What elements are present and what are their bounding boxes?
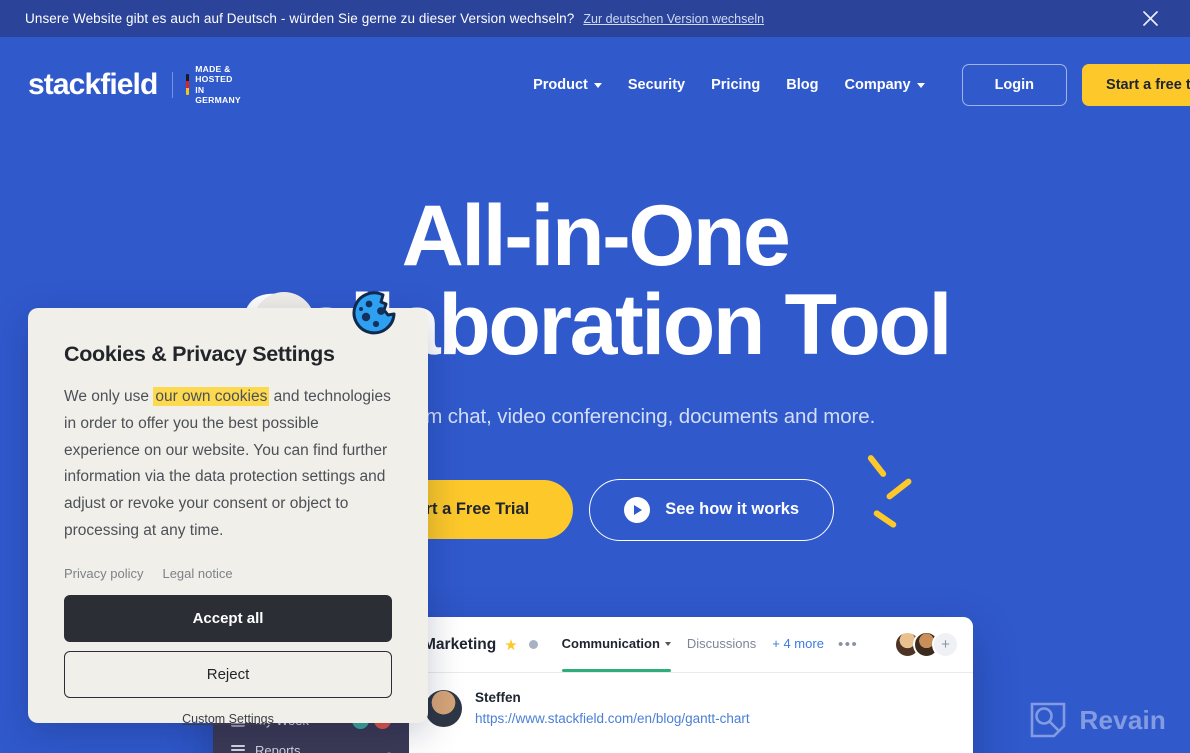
made-in-line-1: MADE & HOSTED bbox=[195, 64, 233, 85]
chevron-down-icon bbox=[664, 641, 671, 646]
cookie-dialog-body: We only use our own cookies and technolo… bbox=[64, 384, 392, 545]
accept-all-button[interactable]: Accept all bbox=[64, 594, 392, 642]
brand-divider bbox=[172, 71, 174, 98]
chat-message-link[interactable]: https://www.stackfield.com/en/blog/gantt… bbox=[475, 711, 750, 726]
play-icon bbox=[624, 496, 651, 523]
chat-message: Steffen https://www.stackfield.com/en/bl… bbox=[409, 673, 973, 727]
revain-watermark: Revain bbox=[1029, 701, 1166, 739]
tab-label: Discussions bbox=[686, 636, 757, 651]
cookie-body-part-1: We only use bbox=[64, 388, 154, 405]
login-button[interactable]: Login bbox=[961, 63, 1068, 106]
member-avatars: + bbox=[894, 631, 959, 658]
nav-label-company: Company bbox=[844, 76, 911, 93]
tab-communication[interactable]: Communication bbox=[561, 636, 672, 672]
avatar bbox=[425, 690, 462, 727]
nav-item-security[interactable]: Security bbox=[615, 71, 698, 99]
nav-label-pricing: Pricing bbox=[711, 76, 761, 93]
sparkle-decoration bbox=[862, 452, 932, 542]
landing-page: Unsere Website gibt es auch auf Deutsch … bbox=[0, 0, 1190, 753]
channel-title: Marketing bbox=[423, 635, 497, 653]
app-main-panel: Marketing ★ Communication Discussions + … bbox=[409, 617, 973, 753]
nav-item-company[interactable]: Company bbox=[831, 71, 937, 99]
nav-item-blog[interactable]: Blog bbox=[773, 71, 831, 99]
chevron-down-icon bbox=[593, 83, 602, 88]
tab-discussions[interactable]: Discussions bbox=[687, 636, 756, 653]
custom-settings-button[interactable]: Custom Settings bbox=[182, 712, 274, 726]
tab-more[interactable]: + 4 more bbox=[772, 636, 824, 653]
sparkle-dash-icon bbox=[885, 477, 913, 501]
main-navigation: Product Security Pricing Blog Company Lo… bbox=[520, 63, 1190, 106]
sidebar-badges bbox=[387, 746, 391, 753]
layers-icon bbox=[231, 744, 245, 753]
revain-logo-icon bbox=[1029, 701, 1067, 739]
revain-label: Revain bbox=[1079, 704, 1166, 735]
cookie-body-part-2: and technologies in order to offer you t… bbox=[64, 388, 391, 540]
nav-label-product: Product bbox=[533, 76, 588, 93]
language-banner-text: Unsere Website gibt es auch auf Deutsch … bbox=[25, 11, 575, 26]
made-in-germany-badge: MADE & HOSTED IN GERMANY bbox=[195, 64, 243, 105]
sidebar-item-label: Reports bbox=[255, 743, 301, 753]
app-tabs: Communication Discussions + 4 more bbox=[561, 636, 824, 672]
language-switch-link[interactable]: Zur deutschen Version wechseln bbox=[583, 12, 764, 26]
cookie-icon bbox=[350, 289, 400, 339]
privacy-policy-link[interactable]: Privacy policy bbox=[64, 566, 143, 581]
brand-name: stackfield bbox=[28, 67, 158, 101]
site-header: stackfield MADE & HOSTED IN GERMANY Prod… bbox=[0, 37, 1190, 132]
start-free-trial-button[interactable]: Start a free trial bbox=[1082, 63, 1190, 106]
nav-label-security: Security bbox=[627, 76, 686, 93]
brand-logo[interactable]: stackfield MADE & HOSTED IN GERMANY bbox=[28, 64, 243, 105]
german-flag-icon bbox=[186, 74, 190, 95]
legal-notice-link[interactable]: Legal notice bbox=[162, 566, 232, 581]
cookie-consent-dialog: Cookies & Privacy Settings We only use o… bbox=[28, 308, 428, 726]
app-topbar: Marketing ★ Communication Discussions + … bbox=[409, 617, 973, 673]
status-dot-icon bbox=[528, 640, 538, 649]
nav-label-blog: Blog bbox=[786, 76, 819, 93]
chat-message-body: Steffen https://www.stackfield.com/en/bl… bbox=[475, 690, 750, 727]
nav-item-pricing[interactable]: Pricing bbox=[698, 71, 773, 99]
cookie-dialog-links: Privacy policy Legal notice bbox=[64, 566, 392, 581]
hero-title-line-1: All-in-One bbox=[401, 188, 791, 284]
star-icon[interactable]: ★ bbox=[504, 636, 517, 654]
overflow-menu-icon[interactable]: ••• bbox=[838, 636, 858, 653]
tab-label: + 4 more bbox=[772, 636, 824, 651]
sparkle-dash-icon bbox=[866, 453, 888, 479]
sparkle-dash-icon bbox=[872, 509, 898, 529]
made-in-line-2: IN GERMANY bbox=[195, 84, 241, 105]
close-icon[interactable] bbox=[1139, 8, 1161, 30]
chevron-down-icon bbox=[916, 83, 925, 88]
see-how-it-works-button[interactable]: See how it works bbox=[589, 478, 835, 541]
tab-label: Communication bbox=[561, 636, 660, 651]
chat-message-author: Steffen bbox=[475, 690, 521, 705]
nav-item-product[interactable]: Product bbox=[520, 71, 615, 99]
see-how-it-works-label: See how it works bbox=[665, 500, 800, 519]
cookie-dialog-title: Cookies & Privacy Settings bbox=[64, 342, 335, 366]
cookie-body-highlight: our own cookies bbox=[153, 387, 270, 406]
add-member-button[interactable]: + bbox=[932, 631, 959, 658]
sidebar-item-reports[interactable]: Reports bbox=[213, 736, 409, 753]
reject-button[interactable]: Reject bbox=[64, 650, 392, 698]
language-switch-banner: Unsere Website gibt es auch auf Deutsch … bbox=[0, 0, 1190, 37]
